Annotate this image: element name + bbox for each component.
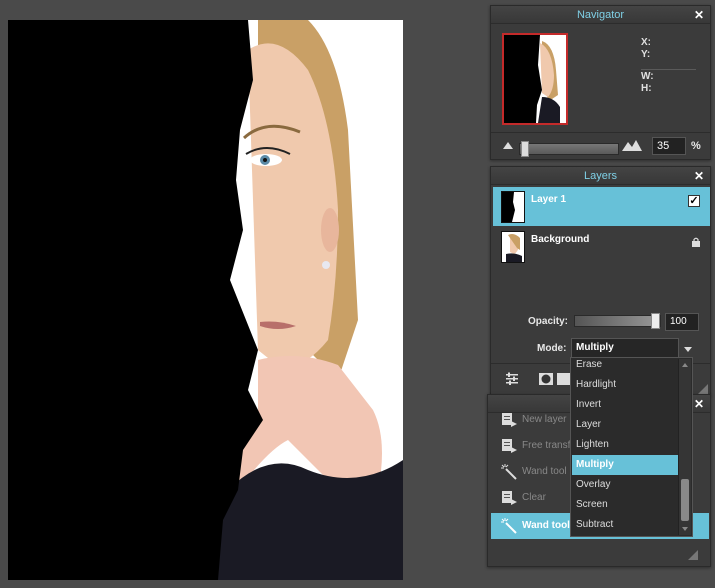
blend-mode-select[interactable]: Multiply: [571, 338, 679, 358]
dropdown-option[interactable]: Hardlight: [572, 375, 678, 395]
history-label: Wand tool: [522, 520, 570, 531]
document-arrow-icon: [502, 491, 517, 505]
navigator-title: Navigator ✕: [491, 6, 710, 24]
visibility-checkbox[interactable]: ✓: [688, 195, 700, 207]
mode-label: Mode:: [537, 343, 567, 354]
scroll-up-icon[interactable]: [682, 363, 688, 367]
magic-wand-icon: [501, 518, 517, 534]
document-arrow-icon: [502, 413, 517, 427]
zoom-input[interactable]: 35: [652, 137, 686, 155]
dropdown-option[interactable]: Subtract: [572, 515, 678, 535]
close-icon[interactable]: ✕: [694, 167, 704, 185]
h-label: H:: [641, 83, 652, 94]
document-arrow-icon: [502, 439, 517, 453]
zoom-unit: %: [691, 140, 701, 152]
chevron-down-icon[interactable]: [684, 347, 692, 352]
w-label: W:: [641, 71, 654, 82]
mountain-large-icon[interactable]: [622, 139, 642, 151]
magic-wand-icon: [501, 464, 517, 480]
resize-grip-icon[interactable]: [698, 384, 708, 394]
navigator-title-text: Navigator: [576, 9, 625, 21]
circle-mask-icon[interactable]: [539, 372, 553, 386]
layer-name: Layer 1: [531, 194, 567, 205]
layers-title-text: Layers: [583, 170, 618, 182]
layer-row-background[interactable]: Background: [493, 227, 710, 266]
navigator-divider: [641, 69, 696, 70]
opacity-input[interactable]: 100: [665, 313, 699, 331]
navigator-info: X: Y: W: H:: [641, 37, 654, 95]
opacity-label: Opacity:: [528, 316, 569, 327]
layer-effects-icon[interactable]: [557, 372, 571, 386]
blend-mode-dropdown[interactable]: Erase Hardlight Invert Layer Lighten Mul…: [570, 357, 693, 537]
dropdown-scrollbar[interactable]: [678, 359, 691, 535]
dropdown-option[interactable]: Overlay: [572, 475, 678, 495]
resize-grip-icon[interactable]: [688, 550, 698, 560]
scrollbar-thumb[interactable]: [681, 479, 689, 521]
navigator-thumbnail[interactable]: [502, 33, 568, 125]
background-thumbnail: [501, 231, 525, 263]
history-label: New layer: [522, 414, 567, 425]
dropdown-option[interactable]: Erase: [572, 358, 678, 375]
zoom-slider-handle[interactable]: [521, 141, 529, 157]
dropdown-option[interactable]: Layer: [572, 415, 678, 435]
image-canvas[interactable]: [8, 20, 403, 580]
sliders-icon[interactable]: [505, 372, 519, 386]
zoom-slider[interactable]: [519, 143, 619, 155]
zoom-controls: 35 %: [491, 132, 710, 160]
opacity-slider[interactable]: [574, 315, 661, 327]
mountain-small-icon[interactable]: [503, 142, 513, 149]
layer1-thumbnail: [501, 191, 525, 223]
dropdown-option[interactable]: Screen: [572, 495, 678, 515]
history-label: Wand tool: [522, 466, 567, 477]
history-label: Clear: [522, 492, 546, 503]
scroll-down-icon[interactable]: [682, 527, 688, 531]
lock-icon: [692, 237, 700, 247]
close-icon[interactable]: ✕: [694, 6, 704, 24]
layer-row-layer1[interactable]: Layer 1 ✓: [493, 187, 710, 226]
navigator-panel: Navigator ✕ X: Y: W: H: 35 %: [490, 5, 711, 160]
layers-title: Layers ✕: [491, 167, 710, 185]
dropdown-option-selected[interactable]: Multiply: [572, 455, 678, 475]
layer-name: Background: [531, 234, 590, 245]
dropdown-option[interactable]: Invert: [572, 395, 678, 415]
dropdown-option[interactable]: Lighten: [572, 435, 678, 455]
opacity-slider-handle[interactable]: [651, 313, 660, 329]
y-label: Y:: [641, 49, 651, 60]
x-label: X:: [641, 37, 651, 48]
